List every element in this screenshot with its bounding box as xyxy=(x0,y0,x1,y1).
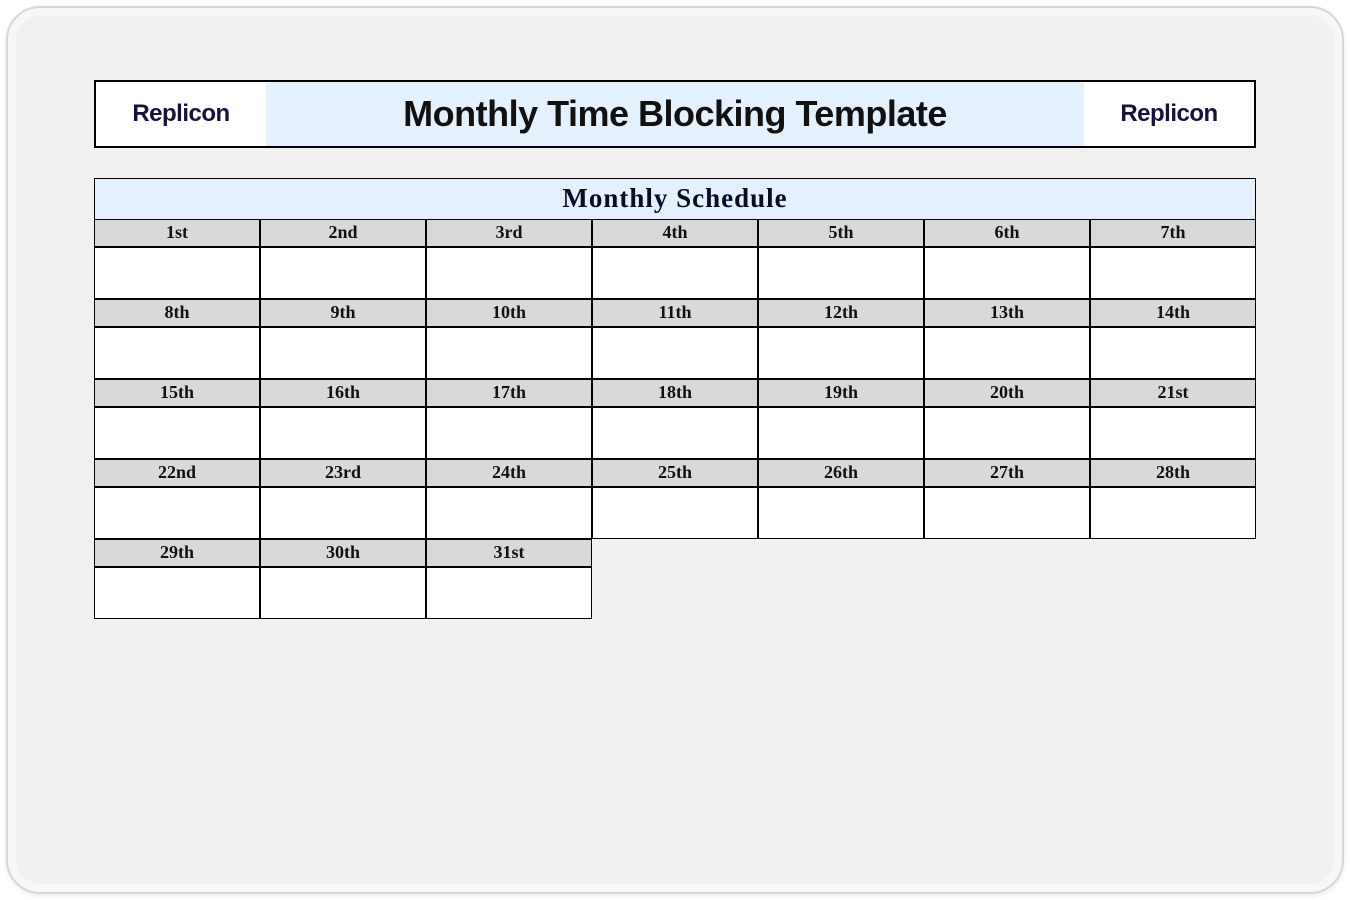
day-cell[interactable] xyxy=(924,247,1090,299)
day-header: 6th xyxy=(924,219,1090,247)
day-cell[interactable] xyxy=(758,487,924,539)
day-header: 17th xyxy=(426,379,592,407)
day-header: 26th xyxy=(758,459,924,487)
day-cell[interactable] xyxy=(94,247,260,299)
schedule-panel: Monthly Schedule 1st 2nd 3rd 4th 5th 6th… xyxy=(94,178,1256,619)
day-cell[interactable] xyxy=(426,567,592,619)
day-cell[interactable] xyxy=(260,487,426,539)
day-cell[interactable] xyxy=(260,327,426,379)
day-header: 30th xyxy=(260,539,426,567)
header-bar: Replicon Monthly Time Blocking Template … xyxy=(94,80,1256,148)
day-header: 10th xyxy=(426,299,592,327)
day-cell[interactable] xyxy=(426,487,592,539)
day-cell[interactable] xyxy=(426,407,592,459)
day-header: 25th xyxy=(592,459,758,487)
empty-cell xyxy=(1090,539,1256,567)
day-header: 28th xyxy=(1090,459,1256,487)
empty-cell xyxy=(924,567,1090,619)
day-cell[interactable] xyxy=(1090,247,1256,299)
day-cell[interactable] xyxy=(1090,327,1256,379)
empty-cell xyxy=(592,567,758,619)
day-cell[interactable] xyxy=(592,247,758,299)
device-frame: Replicon Monthly Time Blocking Template … xyxy=(6,6,1344,894)
day-header: 11th xyxy=(592,299,758,327)
day-header: 31st xyxy=(426,539,592,567)
day-header: 12th xyxy=(758,299,924,327)
day-cell[interactable] xyxy=(94,407,260,459)
week-row-1: 1st 2nd 3rd 4th 5th 6th 7th xyxy=(94,219,1256,299)
brand-logo-right: Replicon xyxy=(1084,82,1254,146)
day-header: 5th xyxy=(758,219,924,247)
day-cell[interactable] xyxy=(260,567,426,619)
day-cell[interactable] xyxy=(260,247,426,299)
day-header: 4th xyxy=(592,219,758,247)
day-cell[interactable] xyxy=(592,407,758,459)
empty-cell xyxy=(758,567,924,619)
day-cell[interactable] xyxy=(758,247,924,299)
document-title: Monthly Time Blocking Template xyxy=(266,82,1084,146)
brand-logo-left: Replicon xyxy=(96,82,266,146)
day-header: 24th xyxy=(426,459,592,487)
day-header: 13th xyxy=(924,299,1090,327)
day-cell[interactable] xyxy=(592,327,758,379)
week-row-4: 22nd 23rd 24th 25th 26th 27th 28th xyxy=(94,459,1256,539)
day-header: 23rd xyxy=(260,459,426,487)
empty-cell xyxy=(1090,567,1256,619)
day-cell[interactable] xyxy=(1090,487,1256,539)
day-cell[interactable] xyxy=(426,247,592,299)
week-row-2: 8th 9th 10th 11th 12th 13th 14th xyxy=(94,299,1256,379)
day-cell[interactable] xyxy=(758,327,924,379)
schedule-title: Monthly Schedule xyxy=(94,178,1256,219)
week-row-3: 15th 16th 17th 18th 19th 20th 21st xyxy=(94,379,1256,459)
day-cell[interactable] xyxy=(94,487,260,539)
day-cell[interactable] xyxy=(924,407,1090,459)
week-row-5: 29th 30th 31st xyxy=(94,539,1256,619)
day-cell[interactable] xyxy=(94,327,260,379)
day-cell[interactable] xyxy=(94,567,260,619)
day-header: 20th xyxy=(924,379,1090,407)
day-cell[interactable] xyxy=(758,407,924,459)
day-header: 29th xyxy=(94,539,260,567)
day-header: 3rd xyxy=(426,219,592,247)
day-header: 8th xyxy=(94,299,260,327)
day-header: 2nd xyxy=(260,219,426,247)
device-inner: Replicon Monthly Time Blocking Template … xyxy=(22,22,1328,878)
document-content: Replicon Monthly Time Blocking Template … xyxy=(94,80,1256,619)
day-header: 16th xyxy=(260,379,426,407)
empty-cell xyxy=(924,539,1090,567)
day-header: 27th xyxy=(924,459,1090,487)
day-cell[interactable] xyxy=(1090,407,1256,459)
day-header: 14th xyxy=(1090,299,1256,327)
day-header: 19th xyxy=(758,379,924,407)
day-cell[interactable] xyxy=(426,327,592,379)
day-cell[interactable] xyxy=(260,407,426,459)
day-header: 18th xyxy=(592,379,758,407)
day-header: 7th xyxy=(1090,219,1256,247)
day-header: 21st xyxy=(1090,379,1256,407)
day-header: 1st xyxy=(94,219,260,247)
day-header: 22nd xyxy=(94,459,260,487)
day-cell[interactable] xyxy=(592,487,758,539)
empty-cell xyxy=(592,539,758,567)
empty-cell xyxy=(758,539,924,567)
day-cell[interactable] xyxy=(924,327,1090,379)
day-header: 15th xyxy=(94,379,260,407)
day-cell[interactable] xyxy=(924,487,1090,539)
day-header: 9th xyxy=(260,299,426,327)
